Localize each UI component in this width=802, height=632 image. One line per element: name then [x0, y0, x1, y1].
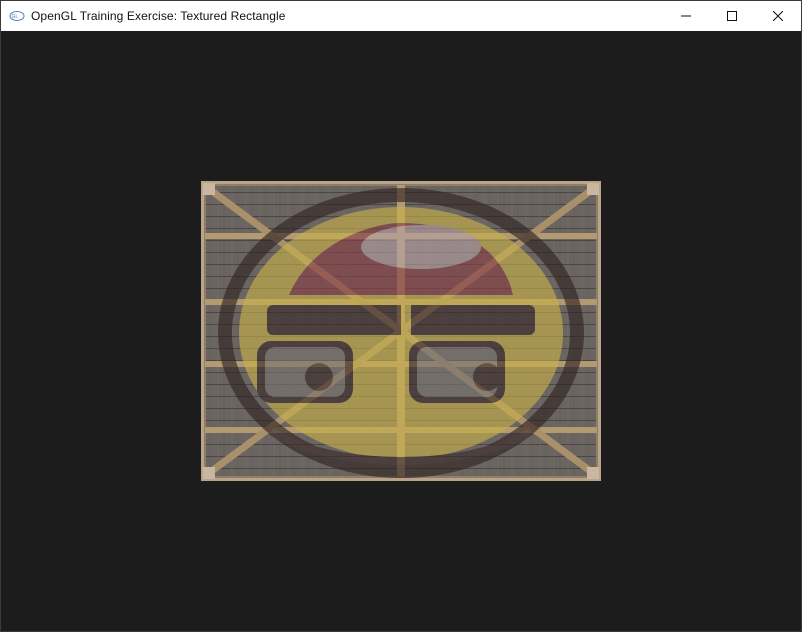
app-window: GL OpenGL Training Exercise: Textured Re… — [0, 0, 802, 632]
close-icon — [773, 11, 783, 21]
close-button[interactable] — [755, 1, 801, 31]
maximize-icon — [727, 11, 737, 21]
minimize-button[interactable] — [663, 1, 709, 31]
opengl-viewport[interactable] — [1, 31, 801, 631]
caption-buttons — [663, 1, 801, 31]
window-title: OpenGL Training Exercise: Textured Recta… — [31, 9, 286, 23]
minimize-icon — [681, 11, 691, 21]
opengl-logo-icon: GL — [9, 8, 25, 24]
title-bar[interactable]: GL OpenGL Training Exercise: Textured Re… — [1, 1, 801, 31]
textured-rectangle — [201, 181, 601, 481]
maximize-button[interactable] — [709, 1, 755, 31]
svg-text:GL: GL — [12, 14, 19, 20]
smiley-face-overlay — [218, 188, 584, 478]
